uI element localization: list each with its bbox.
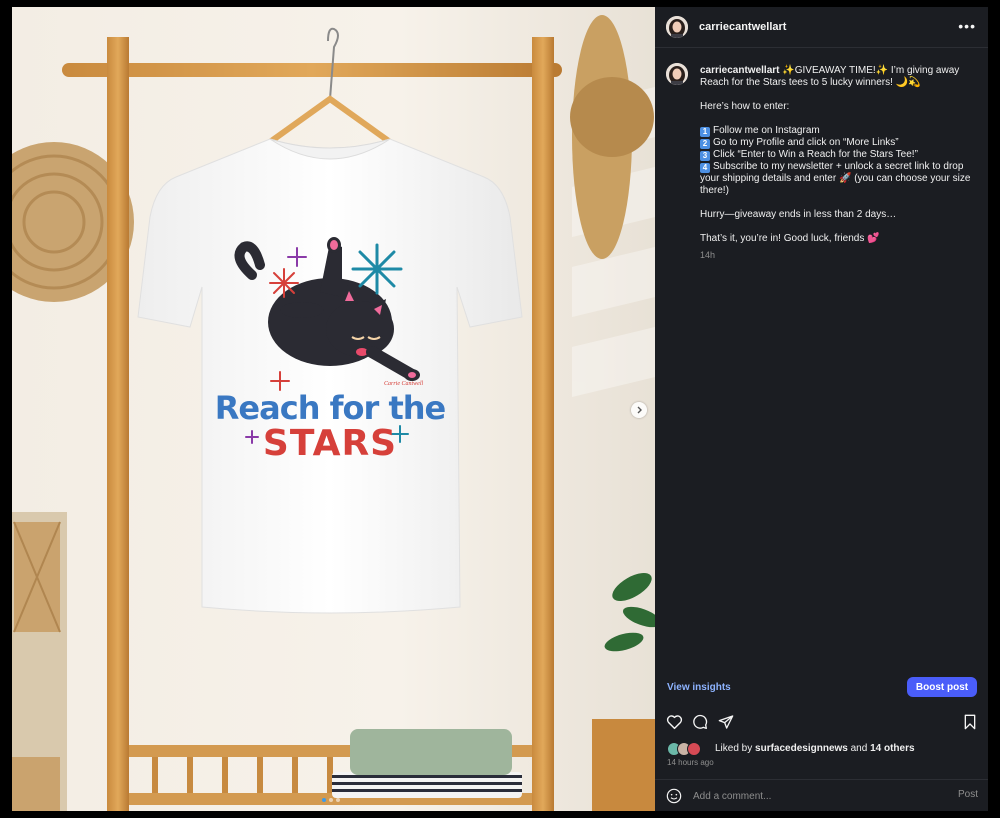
bookmark-icon[interactable] xyxy=(963,714,977,730)
product-photo: Carrie Cantwell Reach for the STARS xyxy=(12,7,655,811)
comment-input[interactable] xyxy=(693,789,933,803)
comment-icon[interactable] xyxy=(692,714,708,730)
folded-shirts xyxy=(332,729,522,798)
post-header: carriecantwellart ••• xyxy=(655,7,988,48)
caption-step: 2 Go to my Profile and click on “More Lin… xyxy=(700,137,980,149)
keycap-1-icon: 1 xyxy=(700,127,710,137)
likes-others[interactable]: 14 others xyxy=(870,743,914,754)
likes-text[interactable]: Liked by surfacedesignnews and 14 others xyxy=(715,743,915,754)
action-bar xyxy=(655,712,988,736)
post-timestamp[interactable]: 14 hours ago xyxy=(667,758,714,767)
caption-username[interactable]: carriecantwellart xyxy=(700,65,780,76)
carousel-dot xyxy=(322,798,326,802)
artwork-title-line2: STARS xyxy=(263,423,397,464)
view-insights-link[interactable]: View insights xyxy=(667,682,731,693)
post-image[interactable]: Carrie Cantwell Reach for the STARS xyxy=(12,7,655,811)
profile-photo xyxy=(666,16,688,38)
keycap-3-icon: 3 xyxy=(700,151,710,161)
post-viewer: Carrie Cantwell Reach for the STARS carr… xyxy=(12,7,988,811)
author-avatar[interactable] xyxy=(666,16,688,38)
profile-photo xyxy=(666,63,688,85)
author-username[interactable]: carriecantwellart xyxy=(699,21,786,33)
caption-text: carriecantwellart ✨GIVEAWAY TIME!✨ I’m g… xyxy=(700,65,980,261)
liker-avatar xyxy=(687,742,701,756)
caption-step: 1 Follow me on Instagram xyxy=(700,125,980,137)
carousel-dot xyxy=(336,798,340,802)
send-icon[interactable] xyxy=(718,714,734,730)
comment-bar: Post xyxy=(655,779,988,811)
chevron-right-icon xyxy=(637,406,642,414)
heart-icon[interactable] xyxy=(666,714,683,730)
emoji-icon[interactable] xyxy=(666,788,682,804)
artwork-title-line1: Reach for the xyxy=(215,389,446,427)
caption-avatar[interactable] xyxy=(666,63,688,85)
next-image-button[interactable] xyxy=(631,402,647,418)
artwork-signature: Carrie Cantwell xyxy=(384,381,424,387)
liker-username[interactable]: surfacedesignnews xyxy=(755,743,848,754)
boost-post-button[interactable]: Boost post xyxy=(907,677,977,697)
caption-closing: That’s it, you’re in! Good luck, friends… xyxy=(700,233,880,244)
caption-how-to: Here’s how to enter: xyxy=(700,101,790,112)
caption-step: 4 Subscribe to my newsletter + unlock a s… xyxy=(700,161,971,196)
caption-timestamp[interactable]: 14h xyxy=(700,249,980,261)
caption-hurry: Hurry—giveaway ends in less than 2 days… xyxy=(700,209,897,220)
carousel-indicator xyxy=(322,798,340,802)
keycap-2-icon: 2 xyxy=(700,139,710,149)
post-comment-button[interactable]: Post xyxy=(958,789,978,800)
caption-step: 3 Click “Enter to Win a Reach for the Sta… xyxy=(700,149,980,161)
carousel-dot xyxy=(329,798,333,802)
more-options-icon[interactable]: ••• xyxy=(958,18,976,34)
post-details-panel: carriecantwellart ••• carriecantwellart … xyxy=(655,7,988,811)
keycap-4-icon: 4 xyxy=(700,163,710,173)
